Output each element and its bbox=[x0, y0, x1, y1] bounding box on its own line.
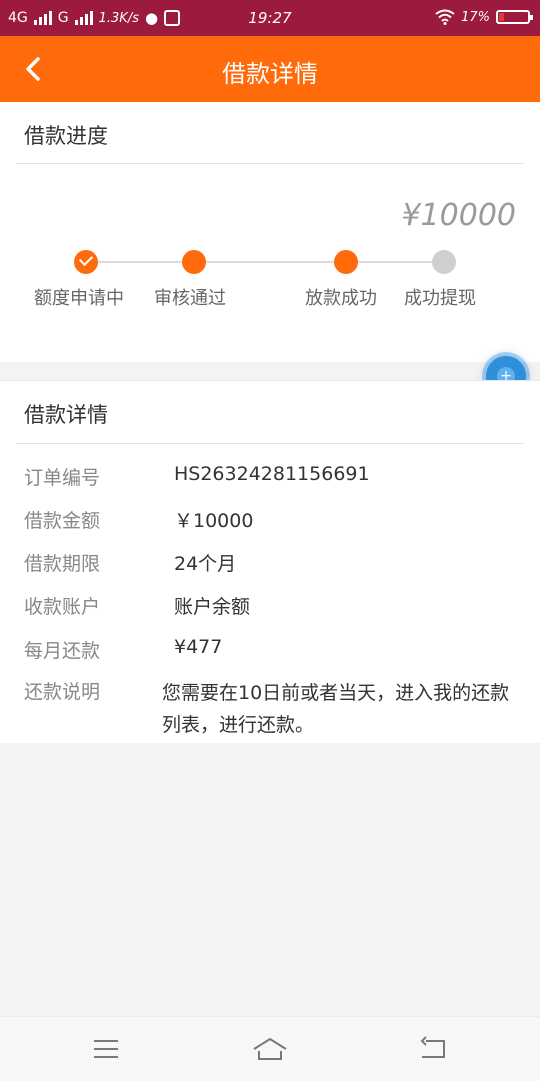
battery-level bbox=[499, 13, 504, 21]
step-label-1: 额度申请中 bbox=[34, 288, 124, 309]
progress-track-3 bbox=[358, 261, 432, 263]
divider bbox=[16, 163, 524, 164]
step-label-3: 放款成功 bbox=[305, 288, 377, 309]
detail-value: HS26324281156691 bbox=[174, 463, 370, 485]
detail-label: 收款账户 bbox=[24, 596, 101, 618]
progress-card: 借款进度 ¥10000 额度申请中 审核通过 放款成功 成功提现 bbox=[0, 102, 540, 362]
check-icon bbox=[78, 251, 94, 267]
step-dot-2 bbox=[182, 250, 206, 274]
step-dot-1 bbox=[74, 250, 98, 274]
menu-button[interactable] bbox=[86, 1033, 126, 1065]
menu-icon bbox=[94, 1040, 118, 1058]
detail-value: ¥477 bbox=[174, 636, 223, 658]
loan-amount: ¥10000 bbox=[401, 198, 516, 233]
repayment-note-label: 还款说明 bbox=[24, 681, 101, 703]
details-card: 借款详情 订单编号 HS26324281156691 借款金额 ￥10000 借… bbox=[0, 380, 540, 743]
battery-percent: 17% bbox=[461, 9, 490, 25]
detail-value: 账户余额 bbox=[174, 596, 251, 618]
progress-track-1 bbox=[98, 261, 182, 263]
back-nav-button[interactable] bbox=[414, 1033, 454, 1065]
home-icon bbox=[253, 1037, 287, 1060]
home-button[interactable] bbox=[250, 1033, 290, 1065]
step-dot-3 bbox=[334, 250, 358, 274]
repayment-note-row: 还款说明 您需要在10日前或者当天，进入我的还款列表，进行还款。 bbox=[24, 677, 520, 741]
battery-icon bbox=[496, 10, 533, 24]
details-section-title: 借款详情 bbox=[24, 403, 108, 427]
back-icon bbox=[420, 1036, 445, 1058]
repayment-note-text: 您需要在10日前或者当天，进入我的还款列表，进行还款。 bbox=[162, 682, 510, 736]
detail-label: 每月还款 bbox=[24, 640, 101, 662]
system-nav-bar bbox=[0, 1016, 540, 1081]
wifi-icon bbox=[435, 9, 455, 25]
app-header: 借款详情 bbox=[0, 36, 540, 102]
status-right: 17% bbox=[435, 9, 533, 25]
progress-section-title: 借款进度 bbox=[24, 124, 108, 148]
divider bbox=[16, 443, 524, 444]
detail-label: 订单编号 bbox=[24, 467, 101, 489]
status-bar: 4G G 1.3K/s ● 19:27 17% bbox=[0, 0, 540, 36]
progress-track-2 bbox=[206, 261, 334, 263]
detail-label: 借款金额 bbox=[24, 510, 101, 532]
step-dot-4 bbox=[432, 250, 456, 274]
step-label-2: 审核通过 bbox=[154, 288, 226, 309]
page-title: 借款详情 bbox=[222, 60, 318, 88]
detail-value: 24个月 bbox=[174, 553, 237, 575]
detail-label: 借款期限 bbox=[24, 553, 101, 575]
detail-value: ￥10000 bbox=[174, 510, 254, 532]
step-label-4: 成功提现 bbox=[404, 288, 476, 309]
